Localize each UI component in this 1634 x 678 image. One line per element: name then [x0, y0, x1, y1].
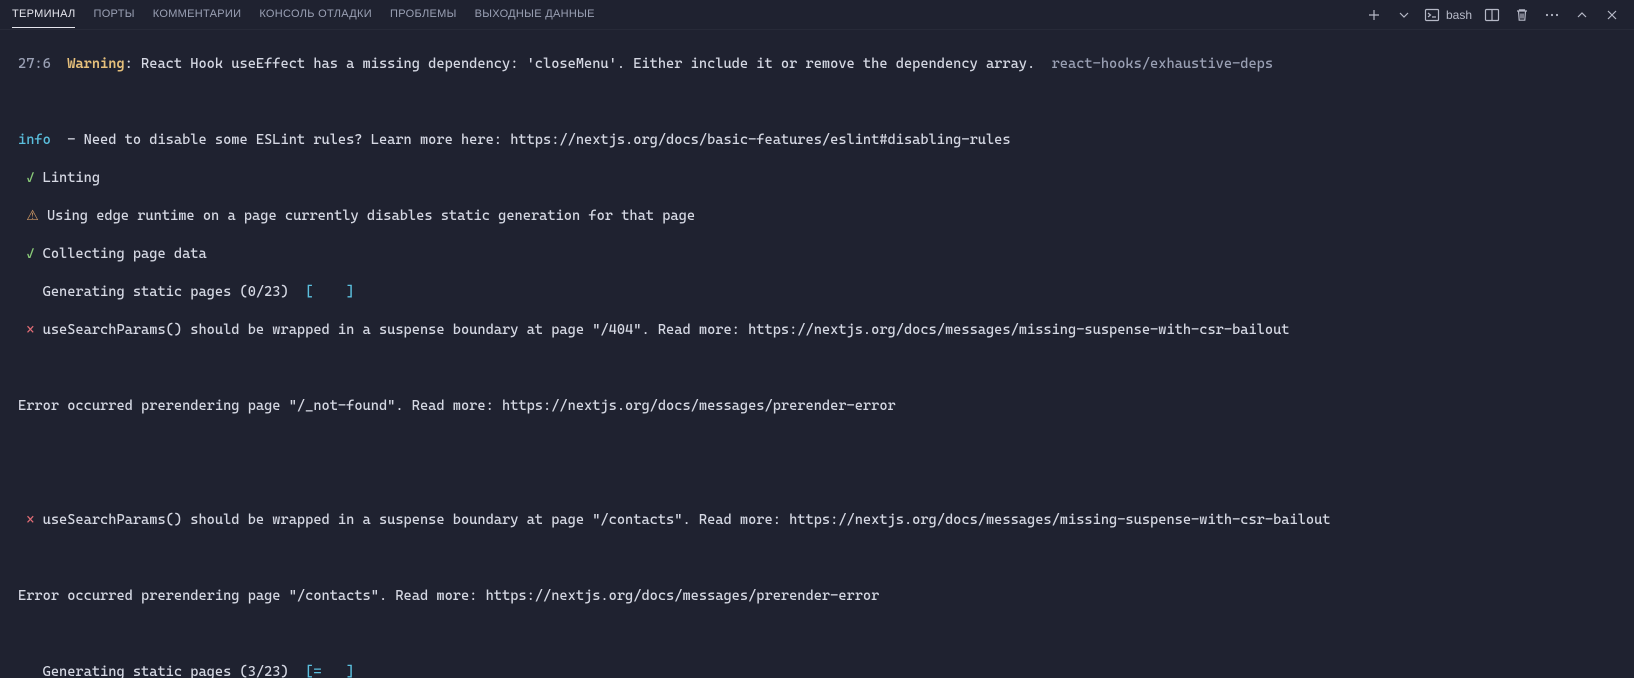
progress-bar: [= ] [305, 664, 354, 678]
log-u-404: useSearchParams() should be wrapped in a… [34, 322, 1289, 338]
log-lint: Linting [34, 170, 100, 186]
panel-actions: bash [1364, 5, 1626, 25]
log-warning-colon: : [125, 56, 141, 72]
new-terminal-icon[interactable] [1364, 5, 1384, 25]
terminal-output[interactable]: 27:6 Warning: React Hook useEffect has a… [0, 30, 1634, 678]
panel-header: ТЕРМИНАЛ ПОРТЫ КОММЕНТАРИИ КОНСОЛЬ ОТЛАД… [0, 0, 1634, 30]
close-panel-icon[interactable] [1602, 5, 1622, 25]
shell-selector[interactable]: bash [1424, 5, 1472, 25]
more-actions-icon[interactable] [1542, 5, 1562, 25]
tab-comments[interactable]: КОММЕНТАРИИ [153, 2, 242, 28]
split-terminal-icon[interactable] [1482, 5, 1502, 25]
profiles-chevron-icon[interactable] [1394, 5, 1414, 25]
log-u-contacts: useSearchParams() should be wrapped in a… [34, 512, 1330, 528]
log-collect: Collecting page data [34, 246, 206, 262]
warn-icon: ⚠ [26, 208, 39, 224]
log-warning-rule: react-hooks/exhaustive-deps [1052, 56, 1273, 72]
log-warning-msg: React Hook useEffect has a missing depen… [141, 56, 1052, 72]
tab-terminal[interactable]: ТЕРМИНАЛ [12, 2, 75, 28]
shell-label-text: bash [1446, 8, 1472, 22]
kill-terminal-icon[interactable] [1512, 5, 1532, 25]
log-gen-2: Generating static pages (3/23) [18, 664, 305, 678]
panel-tabs: ТЕРМИНАЛ ПОРТЫ КОММЕНТАРИИ КОНСОЛЬ ОТЛАД… [12, 2, 1364, 28]
log-warning-word: Warning [67, 56, 124, 72]
log-edge: Using edge runtime on a page currently d… [39, 208, 695, 224]
log-e-notfound: Error occurred prerendering page "/_not-… [18, 398, 896, 414]
tab-ports[interactable]: ПОРТЫ [93, 2, 134, 28]
tab-problems[interactable]: ПРОБЛЕМЫ [390, 2, 457, 28]
log-gen-1: Generating static pages (0/23) [18, 284, 305, 300]
log-info-msg: - Need to disable some ESLint rules? Lea… [51, 132, 1011, 148]
log-pos: 27:6 [18, 56, 51, 72]
log-info-word: info [18, 132, 51, 148]
tab-debug[interactable]: КОНСОЛЬ ОТЛАДКИ [259, 2, 372, 28]
maximize-panel-icon[interactable] [1572, 5, 1592, 25]
progress-bar: [ ] [305, 284, 354, 300]
log-e-contacts: Error occurred prerendering page "/conta… [18, 588, 879, 604]
tab-output[interactable]: ВЫХОДНЫЕ ДАННЫЕ [475, 2, 595, 28]
